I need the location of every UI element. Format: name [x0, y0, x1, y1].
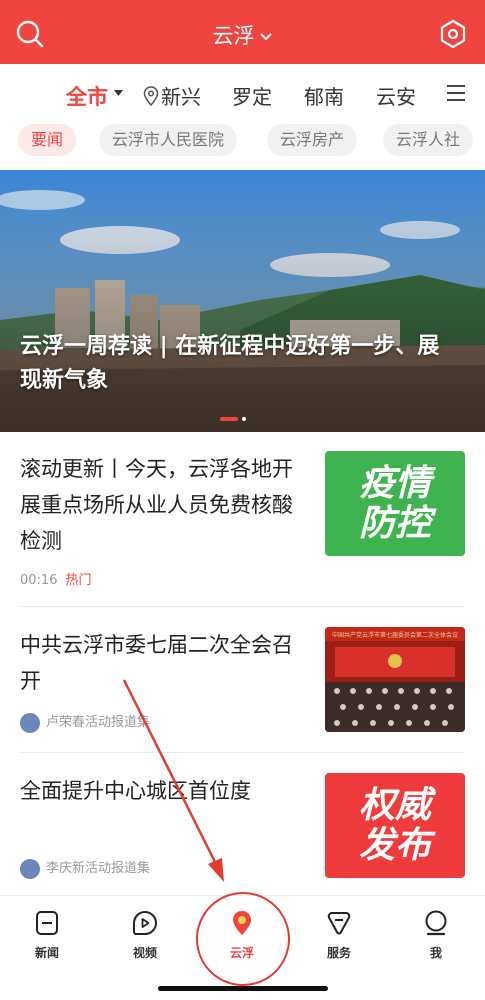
- featured-banner[interactable]: 云浮一周荐读 | 在新征程中迈好第一步、展现新气象: [0, 170, 485, 432]
- news-thumbnail: 权威发布: [325, 773, 465, 878]
- caret-down-icon: [114, 90, 123, 96]
- news-item[interactable]: 中共云浮市委七届二次全会召开 中国共产党云浮市第七届委员会第二次全体会议 卢荣春…: [20, 627, 470, 747]
- menu-icon[interactable]: [445, 83, 467, 103]
- news-meta: 卢荣春活动报道集: [20, 711, 150, 733]
- region-selector[interactable]: 云浮: [0, 20, 485, 50]
- news-thumbnail: 疫情防控: [325, 451, 465, 556]
- carousel-dot-active: [220, 417, 238, 421]
- video-icon: [133, 910, 158, 935]
- home-indicator: [158, 986, 328, 991]
- tab-video[interactable]: 视频: [115, 910, 175, 961]
- tab-news[interactable]: 新闻: [17, 910, 77, 961]
- location-icon: [233, 911, 251, 935]
- svg-text:中国共产党云浮市第七届委员会第二次全体会议: 中国共产党云浮市第七届委员会第二次全体会议: [332, 631, 458, 639]
- carousel-dot: [242, 417, 246, 421]
- news-source: 李庆新活动报道集: [46, 861, 151, 876]
- tab-label: 我: [429, 946, 442, 960]
- city-tab-all[interactable]: 全市: [66, 81, 108, 111]
- tab-service[interactable]: 服务: [309, 910, 369, 961]
- news-meta: 00:16 热门: [20, 569, 91, 588]
- chip-hospital[interactable]: 云浮市人民医院: [99, 124, 238, 156]
- bottom-tab-bar: 新闻 视频 云浮 服务 我: [0, 895, 485, 1000]
- tab-label: 新闻: [34, 946, 59, 960]
- chip-headlines[interactable]: 要闻: [18, 124, 77, 156]
- news-source: 卢荣春活动报道集: [46, 715, 151, 730]
- news-icon: [36, 911, 58, 935]
- tab-label: 服务: [326, 946, 351, 960]
- banner-caption: 云浮一周荐读 | 在新征程中迈好第一步、展现新气象: [20, 334, 440, 393]
- tab-profile[interactable]: 我: [406, 910, 466, 961]
- thumbnail-text: 疫情防控: [358, 462, 431, 544]
- chevron-down-icon: [259, 33, 272, 41]
- page-title: 云浮: [212, 24, 255, 48]
- top-bar: 云浮: [0, 0, 485, 64]
- news-meta: 李庆新活动报道集: [20, 857, 150, 879]
- hexagon-settings-icon[interactable]: [437, 18, 469, 50]
- city-tabs: 全市 新兴 罗定 郁南 云安: [0, 64, 485, 124]
- topic-chips: 要闻 云浮市人民医院 云浮房产 云浮人社: [0, 124, 485, 158]
- city-tab-xinxing[interactable]: 新兴: [161, 81, 201, 110]
- city-tab-luoding[interactable]: 罗定: [232, 81, 272, 110]
- news-item[interactable]: 全面提升中心城区首位度 权威发布 李庆新活动报道集: [20, 773, 470, 893]
- news-headline: 滚动更新丨今天，云浮各地开展重点场所从业人员免费核酸检测: [20, 457, 293, 553]
- news-headline: 全面提升中心城区首位度: [20, 779, 251, 803]
- hot-badge: 热门: [65, 573, 92, 588]
- avatar: [20, 712, 40, 733]
- divider: [20, 606, 465, 607]
- tab-yunfu[interactable]: 云浮: [212, 910, 272, 961]
- news-time: 00:16: [20, 573, 58, 588]
- tab-label: 云浮: [229, 946, 254, 960]
- news-headline: 中共云浮市委七届二次全会召开: [20, 633, 293, 693]
- service-icon: [327, 912, 351, 935]
- divider: [20, 752, 465, 753]
- chip-social-security[interactable]: 云浮人社: [383, 124, 474, 156]
- city-tab-yunan[interactable]: 郁南: [304, 81, 344, 110]
- location-pin-icon: [143, 86, 159, 106]
- meeting-photo: 中国共产党云浮市第七届委员会第二次全体会议: [325, 627, 465, 732]
- tab-label: 视频: [132, 946, 157, 960]
- avatar: [20, 858, 40, 879]
- profile-icon: [425, 910, 447, 936]
- news-item[interactable]: 滚动更新丨今天，云浮各地开展重点场所从业人员免费核酸检测 疫情防控 00:16 热…: [20, 451, 470, 591]
- thumbnail-text: 权威发布: [358, 784, 431, 866]
- chip-real-estate[interactable]: 云浮房产: [267, 124, 358, 156]
- city-tab-yunan-county[interactable]: 云安: [376, 81, 416, 110]
- news-thumbnail: 中国共产党云浮市第七届委员会第二次全体会议: [325, 627, 465, 732]
